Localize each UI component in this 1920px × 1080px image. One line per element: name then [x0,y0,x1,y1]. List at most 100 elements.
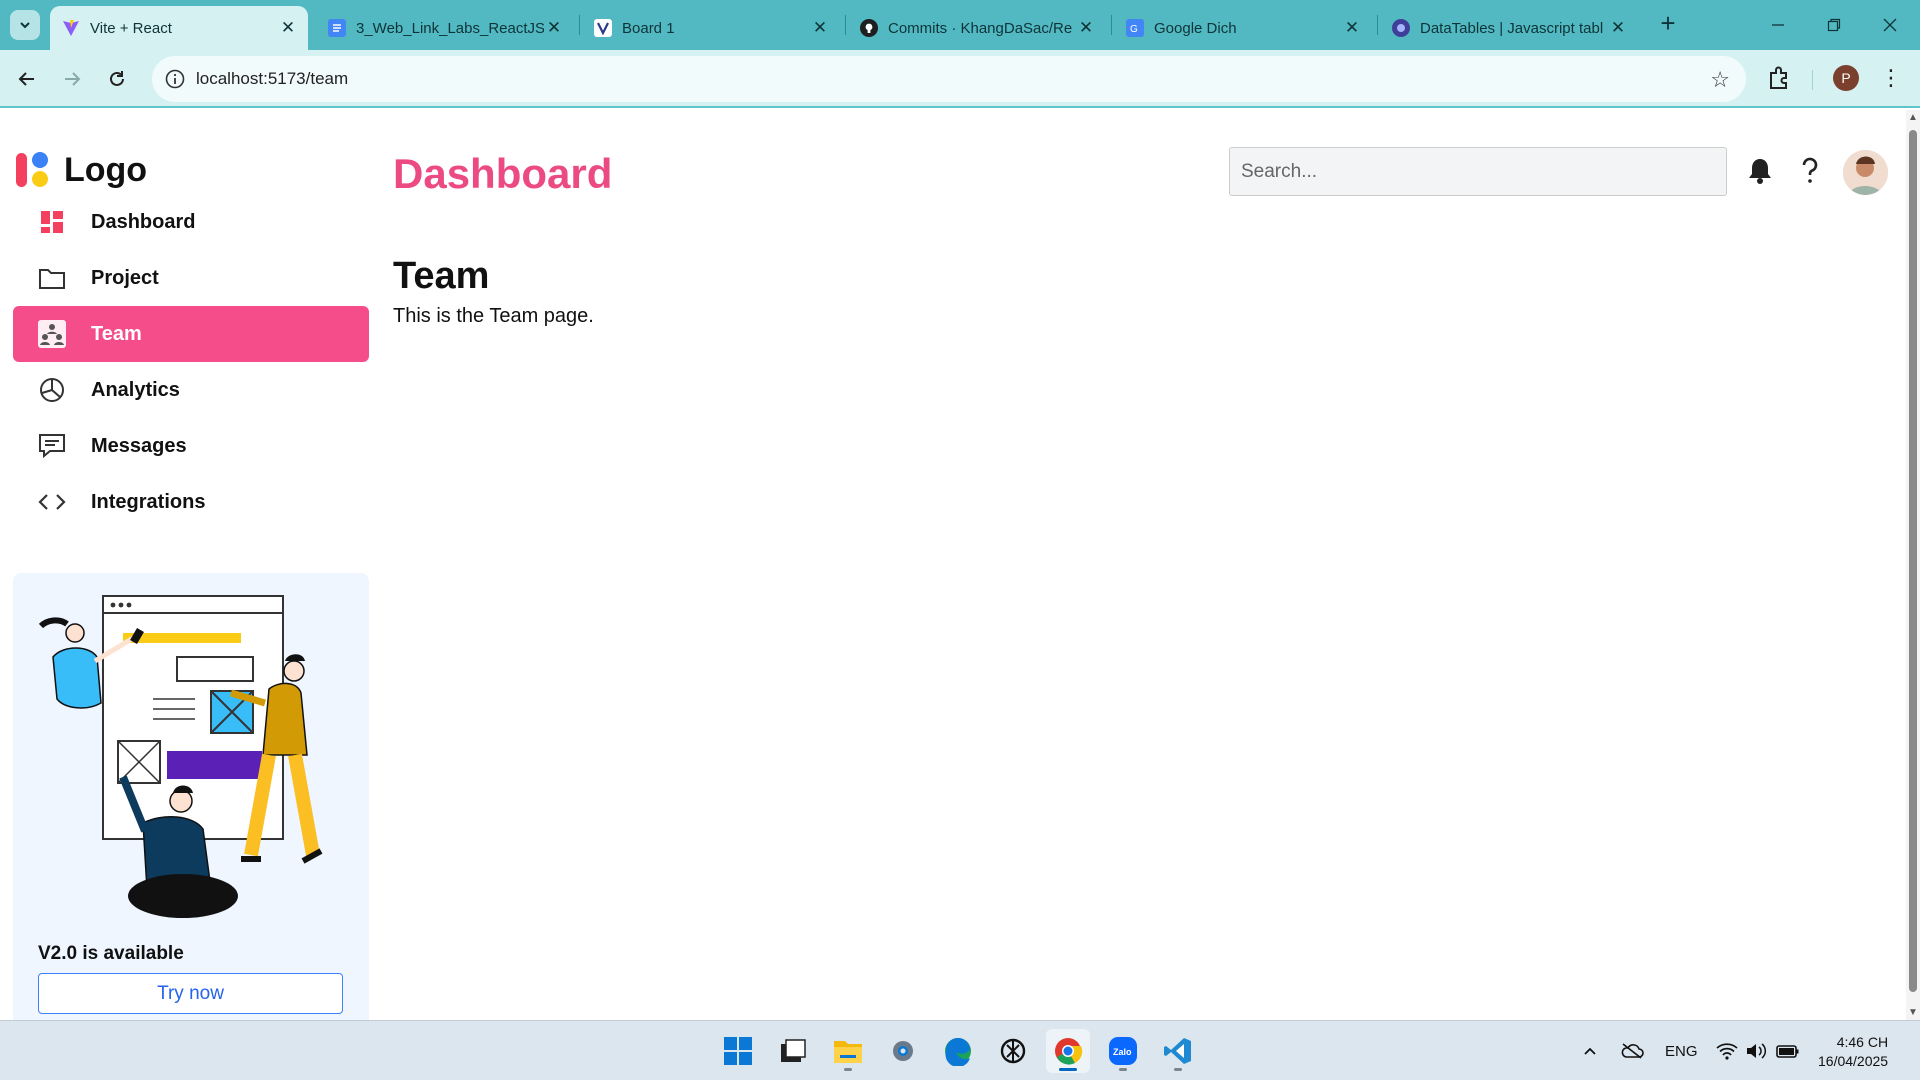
logo-mark-icon [16,152,48,187]
content-heading: Team [393,255,490,297]
restore-button[interactable] [1806,0,1862,50]
search-input[interactable] [1229,147,1727,196]
start-button[interactable] [716,1029,760,1073]
sidebar-item-team[interactable]: Team [13,306,369,362]
speaker-icon [1747,1043,1767,1059]
system-clock[interactable]: 4:46 CH 16/04/2025 [1818,1033,1888,1071]
running-indicator [844,1068,852,1071]
sidebar-item-label: Team [91,322,142,345]
tab-close-icon[interactable]: ✕ [1608,18,1628,38]
taskbar-zalo[interactable]: Zalo [1101,1029,1145,1073]
miro-icon [594,19,612,37]
tab-close-icon[interactable]: ✕ [1342,18,1362,38]
tab-title: DataTables | Javascript tabl [1420,19,1604,37]
wifi-icon [1716,1043,1738,1060]
scrollbar-thumb[interactable] [1909,130,1917,992]
tab-title: Commits · KhangDaSac/Re [888,19,1073,37]
tray-overflow-button[interactable] [1582,1021,1598,1080]
task-view-icon [781,1039,806,1062]
arrow-right-icon [65,72,81,86]
browser-menu-icon[interactable]: ⋮ [1880,64,1902,92]
datatables-icon [1392,19,1410,37]
chrome-icon [1055,1038,1083,1065]
browser-tab-strip: Vite + React ✕ 3_Web_Link_Labs_ReactJS_ … [0,0,1920,50]
notifications-button[interactable] [1743,154,1777,188]
tab-close-icon[interactable]: ✕ [810,18,830,38]
logo[interactable]: Logo [14,150,147,190]
back-button[interactable] [12,64,42,94]
restore-icon [1827,18,1841,32]
github-icon [860,19,878,37]
tab-vite-react[interactable]: Vite + React ✕ [50,6,308,50]
sidebar-item-analytics[interactable]: Analytics [13,362,369,418]
running-indicator [1059,1068,1077,1071]
profile-avatar[interactable]: P [1833,65,1859,91]
app-root: Logo Dashboard Project Team Analytics Me… [0,110,1906,1020]
tab-close-icon[interactable]: ✕ [544,18,564,38]
taskbar-edge[interactable] [936,1029,980,1073]
minimize-icon [1772,24,1784,26]
sidebar-item-messages[interactable]: Messages [13,418,369,474]
extensions-icon[interactable] [1766,65,1792,91]
taskbar-vscode[interactable] [1156,1029,1200,1073]
bookmark-star-icon[interactable]: ☆ [1710,67,1730,93]
tab-close-icon[interactable]: ✕ [1076,18,1096,38]
taskbar-task-view[interactable] [771,1029,815,1073]
page-scrollbar[interactable]: ▲ ▼ [1906,110,1920,1020]
volume-status[interactable] [1745,1021,1767,1080]
sidebar-item-dashboard[interactable]: Dashboard [13,194,369,250]
tab-close-icon[interactable]: ✕ [278,18,298,38]
url-text[interactable]: localhost:5173/team [196,69,348,89]
user-avatar[interactable] [1843,150,1888,195]
zalo-icon: Zalo [1109,1037,1137,1065]
sidebar-item-project[interactable]: Project [13,250,369,306]
language-indicator[interactable]: ENG [1665,1021,1698,1080]
taskbar-chrome[interactable] [1046,1029,1090,1073]
close-window-button[interactable] [1862,0,1918,50]
question-mark-icon [1802,157,1818,183]
site-info-icon[interactable] [164,68,186,90]
sidebar-item-integrations[interactable]: Integrations [13,474,369,530]
toolbar-divider [1812,70,1813,90]
team-illustration [38,595,323,918]
reload-button[interactable] [102,64,132,94]
help-button[interactable] [1793,154,1827,188]
svg-text:Zalo: Zalo [1113,1047,1132,1057]
folder-icon [834,1041,862,1063]
page-title: Dashboard [393,150,613,197]
sidebar-item-label: Project [91,266,159,289]
new-tab-button[interactable]: + [1652,8,1684,40]
taskbar-chatgpt[interactable] [991,1029,1035,1073]
pie-chart-icon [37,375,67,405]
scroll-down-icon[interactable]: ▼ [1908,1007,1918,1018]
sidebar-item-label: Analytics [91,378,180,401]
sidebar-item-label: Integrations [91,490,206,513]
tab-datatables[interactable]: DataTables | Javascript tabl ✕ [1380,6,1638,50]
battery-status[interactable] [1774,1021,1800,1080]
sidebar-nav: Dashboard Project Team Analytics Message… [13,194,369,530]
onedrive-status[interactable] [1620,1021,1644,1080]
tab-google-doc[interactable]: 3_Web_Link_Labs_ReactJS_ ✕ [316,6,574,50]
minimize-button[interactable] [1750,0,1806,50]
tab-github-commits[interactable]: Commits · KhangDaSac/Re ✕ [848,6,1106,50]
code-icon [37,487,67,517]
tab-search-button[interactable] [10,10,40,40]
message-icon [37,431,67,461]
cloud-off-icon [1621,1043,1644,1059]
sidebar-item-label: Dashboard [91,210,196,233]
address-bar[interactable]: localhost:5173/team ☆ [152,56,1746,102]
running-indicator [1119,1068,1127,1071]
try-now-button[interactable]: Try now [38,973,343,1014]
wifi-status[interactable] [1716,1021,1738,1080]
forward-button[interactable] [57,64,87,94]
tab-google-translate[interactable]: G Google Dich ✕ [1114,6,1372,50]
taskbar-file-explorer[interactable] [826,1029,870,1073]
gear-icon [893,1041,913,1061]
dashboard-grid-icon [37,207,67,237]
tab-board[interactable]: Board 1 ✕ [582,6,840,50]
tab-separator [845,15,846,35]
tab-separator [579,15,580,35]
taskbar-settings[interactable] [881,1029,925,1073]
scroll-up-icon[interactable]: ▲ [1908,112,1918,123]
clock-date: 16/04/2025 [1818,1053,1889,1069]
